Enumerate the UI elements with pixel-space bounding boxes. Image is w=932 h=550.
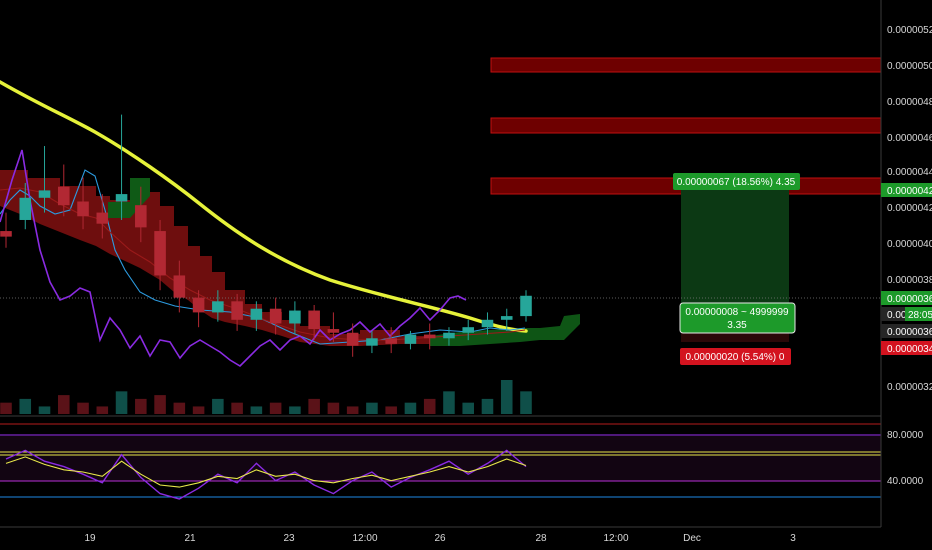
countdown: 28:05 <box>908 310 932 321</box>
volume-bar <box>231 402 243 414</box>
volume-bar <box>346 406 359 414</box>
candle-body <box>154 231 166 276</box>
candle-body <box>346 332 359 346</box>
candle-body <box>135 205 147 228</box>
volume-bar <box>269 402 282 414</box>
volume-bar <box>19 398 32 414</box>
price-tag-entry: 0.00000361 <box>887 327 932 338</box>
price-tick: 0.00000440 <box>887 167 932 178</box>
candle-body <box>58 186 70 206</box>
volume-bar <box>481 398 494 414</box>
time-label: 12:00 <box>352 533 377 544</box>
volume-bar <box>250 406 263 414</box>
volume-bar <box>404 402 417 414</box>
volume-bar <box>462 402 474 414</box>
volume-bar <box>308 398 320 414</box>
time-label: 26 <box>434 533 446 544</box>
time-label: Dec <box>683 533 701 544</box>
price-tick: 0.00000320 <box>887 382 932 393</box>
candle-body <box>327 329 340 333</box>
candle-body <box>385 338 397 344</box>
price-tag-stop: 0.00000341 <box>887 344 932 355</box>
time-label: 23 <box>283 533 295 544</box>
volume-bar <box>212 398 224 414</box>
rsi-tick: 40.0000 <box>887 476 924 487</box>
price-tick: 0.00000500 <box>887 61 932 72</box>
volume-bar <box>173 402 186 414</box>
candle-body <box>96 212 109 224</box>
qty-label-line2: 3.35 <box>727 320 747 331</box>
volume-bar <box>443 391 455 414</box>
volume-bar <box>500 380 513 414</box>
time-label: 3 <box>790 533 796 544</box>
price-tick: 0.00000420 <box>887 203 932 214</box>
volume-bar <box>58 395 70 414</box>
volume-bar <box>327 402 340 414</box>
price-tag-target: 0.00000428 <box>887 186 932 197</box>
volume-bar <box>366 402 378 414</box>
candle-body <box>366 338 378 346</box>
price-tick: 0.00000480 <box>887 97 932 108</box>
volume-bar <box>38 406 51 414</box>
resistance-zone-1[interactable] <box>490 57 882 73</box>
rsi-band <box>0 434 881 481</box>
volume-bar <box>77 402 89 414</box>
time-axis[interactable]: 19 21 23 12:00 26 28 12:00 Dec 3 <box>84 533 796 544</box>
candle-body <box>269 308 282 324</box>
time-label: 28 <box>535 533 547 544</box>
volume-bar <box>520 391 532 414</box>
price-tick: 0.00000520 <box>887 25 932 36</box>
stop-label: 0.00000020 (5.54%) 0 <box>686 352 785 363</box>
price-chart[interactable]: 19 21 23 12:00 26 28 12:00 Dec 3 0.00000… <box>0 0 932 550</box>
candle-body <box>289 310 301 324</box>
volume-bar <box>0 402 12 414</box>
time-label: 19 <box>84 533 96 544</box>
candle-body <box>212 301 224 313</box>
volume-bar <box>115 391 128 414</box>
candle-body <box>520 295 532 317</box>
price-tag-last: 0.00000369 <box>887 294 932 305</box>
rsi-tick: 80.0000 <box>887 430 924 441</box>
volume-bar <box>135 398 147 414</box>
candle-body <box>462 327 474 333</box>
volume-bar <box>96 406 109 414</box>
candle-body <box>231 301 243 320</box>
volume-bar <box>423 398 436 414</box>
volume-bar <box>192 406 205 414</box>
candle-body <box>38 190 51 198</box>
candle-body <box>404 334 417 344</box>
candle-body <box>500 316 513 320</box>
volume-bar <box>154 395 166 414</box>
candle-body <box>0 231 12 237</box>
time-label: 21 <box>184 533 196 544</box>
candle-body <box>250 308 263 320</box>
candle-body <box>173 275 186 298</box>
candle-body <box>481 319 494 328</box>
qty-label-line1: 0.00000008 ~ 4999999 <box>685 307 789 318</box>
candle-body <box>19 197 32 220</box>
candle-body <box>308 310 320 330</box>
volume-bar <box>289 406 301 414</box>
candle-body <box>192 297 205 313</box>
candle-body <box>423 334 436 339</box>
volume-bar <box>385 406 397 414</box>
price-tick: 0.00000460 <box>887 133 932 144</box>
price-tick: 0.00000400 <box>887 239 932 250</box>
target-label: 0.00000067 (18.56%) 4.35 <box>677 177 796 188</box>
resistance-zone-2[interactable] <box>490 117 882 134</box>
candle-body <box>443 332 455 339</box>
time-label: 12:00 <box>603 533 628 544</box>
price-tick: 0.00000380 <box>887 275 932 286</box>
candle-body <box>115 194 128 202</box>
candle-body <box>77 201 89 217</box>
